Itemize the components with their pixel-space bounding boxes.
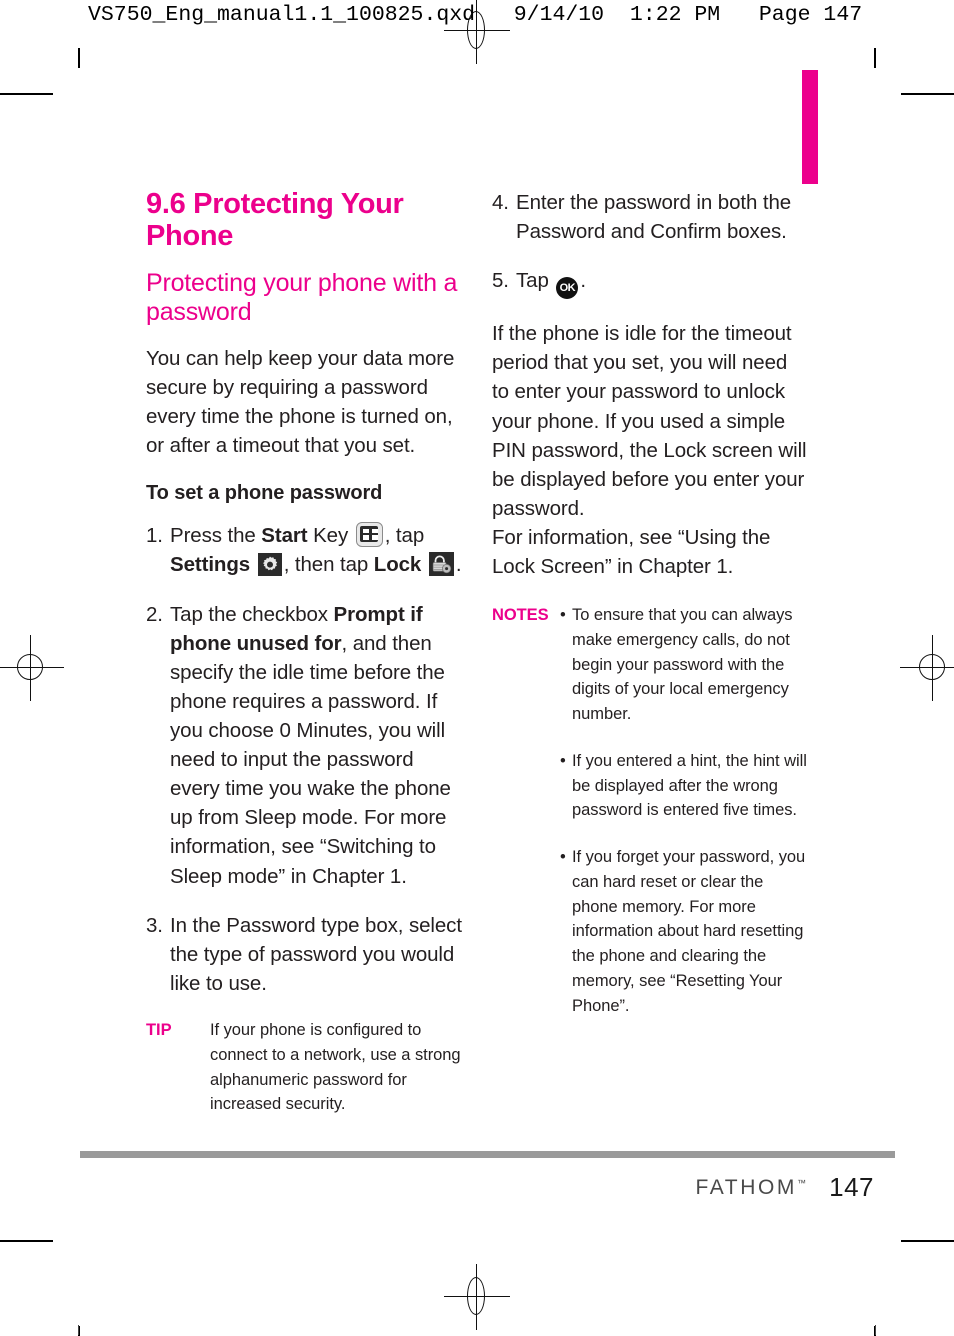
emphasized-term: Lock — [373, 553, 422, 577]
timeout-paragraph: If the phone is idle for the timeout per… — [492, 322, 807, 520]
step-item: 2. Tap the checkbox Prompt if phone unus… — [146, 600, 462, 891]
emphasized-term: Start — [261, 524, 308, 548]
bullet-glyph: • — [560, 848, 566, 867]
step-number: 5. — [492, 269, 509, 293]
page-content: 9.6 Protecting Your Phone Protecting you… — [0, 0, 954, 1335]
step-text: Tap the checkbox Prompt if phone unused … — [170, 602, 451, 888]
footer-brand: FATHOM™ — [695, 1176, 806, 1200]
start-key-icon[interactable] — [355, 522, 383, 548]
procedure-heading: To set a phone password — [146, 482, 383, 505]
trademark-symbol: ™ — [797, 1178, 806, 1188]
section-title: 9.6 Protecting Your Phone — [146, 188, 404, 253]
sub-section-title: Protecting your phone with a password — [146, 268, 458, 327]
step-item: 4. Enter the password in both the Passwo… — [492, 188, 808, 246]
footer-brand-text: FATHOM — [695, 1176, 797, 1199]
note-bullet: • If you entered a hint, the hint will b… — [560, 749, 808, 823]
intro-paragraph: You can help keep your data more secure … — [146, 346, 455, 458]
step-text: Tap OK. — [516, 266, 808, 300]
tip-text: If your phone is configured to connect t… — [210, 1021, 461, 1114]
note-text: If you forget your password, you can har… — [572, 848, 806, 1015]
bullet-glyph: • — [560, 751, 566, 770]
gear-icon[interactable] — [257, 553, 282, 577]
notes-callout: NOTES • To ensure that you can always ma… — [492, 603, 808, 1018]
lock-screen-reference-paragraph: For information, see “Using the Lock Scr… — [492, 525, 771, 579]
right-column: 4. Enter the password in both the Passwo… — [492, 188, 808, 1117]
two-column-layout: 9.6 Protecting Your Phone Protecting you… — [146, 188, 808, 1117]
step-number: 1. — [146, 524, 163, 548]
step-item: 5. Tap OK. — [492, 266, 808, 300]
emphasized-term: Settings — [170, 553, 251, 577]
step-text: In the Password type box, select the typ… — [170, 913, 462, 995]
step-text: Enter the password in both the Password … — [516, 191, 792, 244]
step-number: 3. — [146, 913, 163, 937]
ok-button-icon[interactable]: OK — [556, 277, 579, 300]
step-item: 1. Press the Start Key , tap Settings , … — [146, 521, 462, 579]
windows-flag-glyph — [360, 526, 379, 543]
lock-icon[interactable] — [428, 552, 454, 577]
emphasized-term: Prompt if phone unused for — [170, 602, 423, 655]
notes-list: • To ensure that you can always make eme… — [560, 603, 808, 1018]
step-text: Press the Start Key , tap Settings , the… — [170, 522, 462, 577]
step-item: 3. In the Password type box, select the … — [146, 911, 462, 998]
procedure-step-list-continued: 4. Enter the password in both the Passwo… — [492, 188, 808, 300]
note-bullet: • If you forget your password, you can h… — [560, 845, 808, 1018]
bullet-glyph: • — [560, 606, 566, 625]
footer-divider — [80, 1151, 895, 1158]
note-text: To ensure that you can always make emerg… — [572, 606, 793, 724]
tip-callout: TIP If your phone is configured to conne… — [146, 1018, 462, 1117]
notes-label: NOTES — [492, 606, 549, 625]
left-column: 9.6 Protecting Your Phone Protecting you… — [146, 188, 462, 1117]
page-number: 147 — [829, 1172, 874, 1202]
tip-label: TIP — [146, 1021, 172, 1040]
note-text: If you entered a hint, the hint will be … — [572, 751, 807, 820]
step-number: 4. — [492, 191, 509, 214]
step-number: 2. — [146, 602, 163, 626]
procedure-step-list: 1. Press the Start Key , tap Settings , … — [146, 521, 462, 998]
note-bullet: • To ensure that you can always make eme… — [560, 603, 808, 727]
